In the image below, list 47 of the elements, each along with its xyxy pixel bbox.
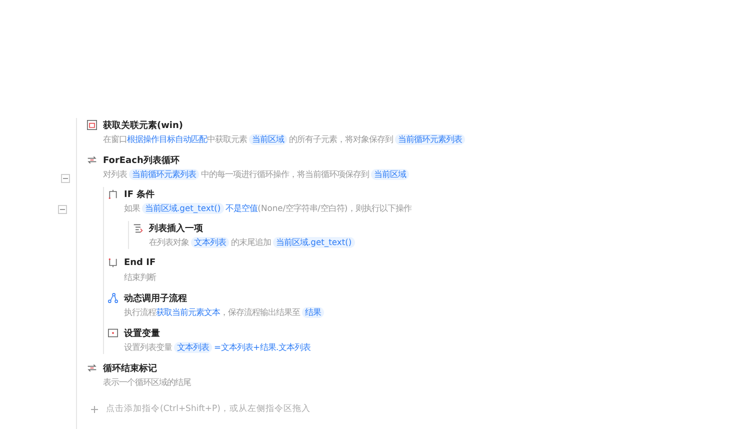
description-text: 如果 bbox=[124, 202, 140, 214]
variable-chip[interactable]: 当前循环元素列表 bbox=[129, 168, 199, 180]
step-title[interactable]: 动态调用子流程 bbox=[124, 292, 187, 304]
step-title[interactable]: End IF bbox=[124, 258, 156, 268]
step-title[interactable]: 循环结束标记 bbox=[103, 362, 157, 374]
description-text: 执行流程 bbox=[124, 306, 156, 318]
variable-chip[interactable]: 当前区域.get_text() bbox=[142, 202, 224, 214]
collapse-toggle[interactable] bbox=[58, 205, 67, 214]
variable-chip[interactable]: 当前区域 bbox=[371, 168, 409, 180]
description-text: 对列表 bbox=[103, 168, 127, 180]
step-title[interactable]: 获取关联元素(win) bbox=[103, 118, 184, 132]
description-text: 在列表对象 bbox=[149, 236, 189, 248]
step-title[interactable]: ForEach列表循环 bbox=[103, 154, 180, 166]
description-text: 设置列表变量 bbox=[124, 342, 172, 352]
description-text: (None/空字符串/空白符)，则执行以下操作 bbox=[258, 202, 412, 214]
flow-icon bbox=[108, 293, 118, 303]
step-title[interactable]: 列表插入一项 bbox=[149, 222, 203, 234]
plus-icon bbox=[91, 406, 98, 412]
loop-icon bbox=[87, 363, 97, 373]
branch-icon bbox=[108, 189, 118, 199]
description-text: 在窗口 bbox=[103, 134, 127, 144]
description-text: 表示一个循环区域的结尾 bbox=[103, 376, 191, 388]
variable-chip[interactable]: 当前区域.get_text() bbox=[273, 236, 355, 248]
collapse-toggle[interactable] bbox=[61, 174, 70, 183]
window-icon bbox=[87, 120, 97, 130]
add-command-hint[interactable]: 点击添加指令(Ctrl+Shift+P)，或从左侧指令区拖入 bbox=[106, 403, 310, 415]
description-text: ，保存流程输出结果至 bbox=[220, 306, 300, 318]
loop-icon bbox=[87, 155, 97, 165]
variable-chip[interactable]: 当前区域 bbox=[249, 134, 287, 144]
step-title[interactable]: IF 条件 bbox=[124, 188, 155, 200]
parameter-link[interactable]: 不是空值 bbox=[226, 202, 258, 214]
description-text: 中的每一项进行循环操作，将当前循环项保存到 bbox=[201, 168, 369, 180]
list-icon bbox=[133, 223, 143, 233]
description-text: 中获取元素 bbox=[207, 134, 247, 144]
variable-chip[interactable]: 当前循环元素列表 bbox=[395, 134, 465, 144]
variable-chip[interactable]: 结果 bbox=[302, 306, 324, 318]
parameter-link[interactable]: 根据操作目标自动匹配 bbox=[127, 134, 207, 144]
description-text: 的所有子元素，将对象保存到 bbox=[289, 134, 393, 144]
parameter-link[interactable]: 获取当前元素文本 bbox=[156, 306, 220, 318]
step-title[interactable]: 设置变量 bbox=[124, 326, 160, 340]
parameter-link[interactable]: =文本列表+结果.文本列表 bbox=[214, 342, 311, 352]
variable-chip[interactable]: 文本列表 bbox=[174, 342, 212, 352]
description-text: 结束判断 bbox=[124, 272, 156, 282]
branch-end-icon bbox=[108, 258, 118, 268]
variable-icon bbox=[108, 328, 118, 338]
variable-chip[interactable]: 文本列表 bbox=[191, 236, 229, 248]
description-text: 的末尾追加 bbox=[231, 236, 271, 248]
